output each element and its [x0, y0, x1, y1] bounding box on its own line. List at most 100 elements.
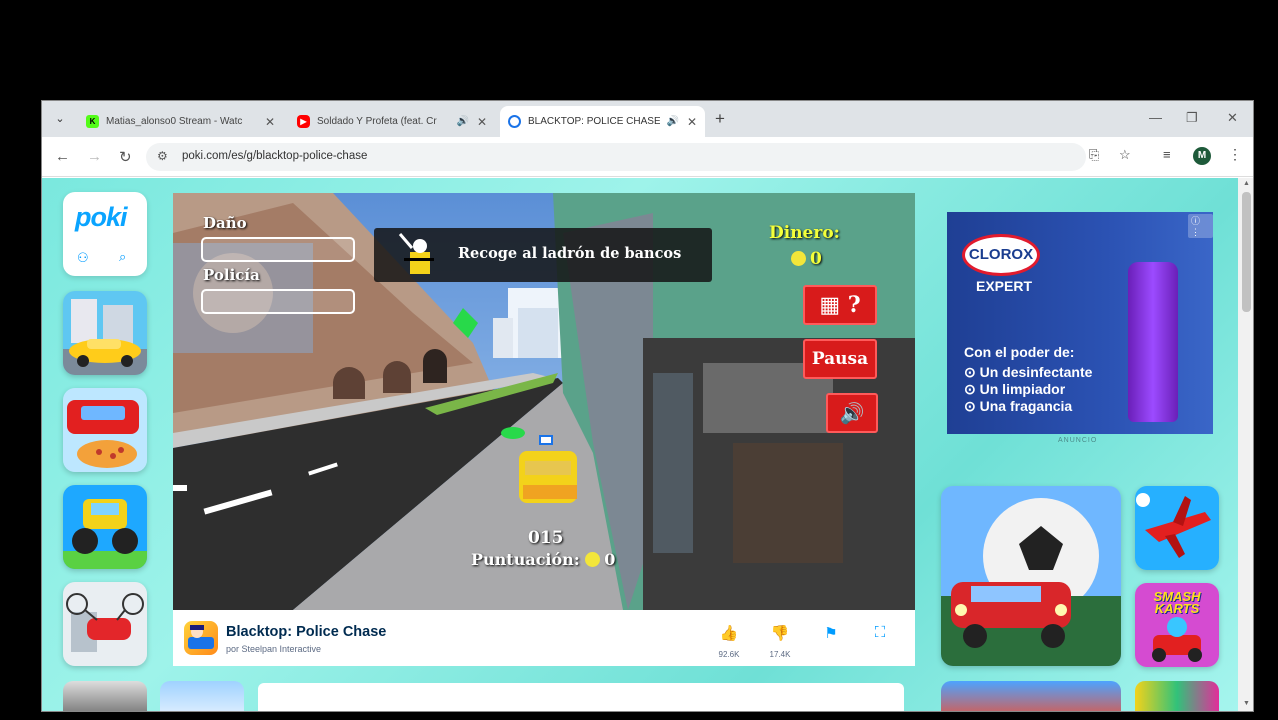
- ad-bullet-text: Un desinfectante: [979, 364, 1093, 380]
- user-icon[interactable]: ⚇: [77, 250, 89, 266]
- police-bar: [201, 289, 355, 314]
- tab-title: BLACKTOP: POLICE CHASE: [528, 116, 661, 127]
- game-canvas[interactable]: Daño Policía Recoge al ladrón de bancos …: [173, 193, 915, 610]
- site-info-icon[interactable]: ⚙: [157, 149, 168, 163]
- coin-icon: [791, 251, 806, 266]
- address-bar[interactable]: ⚙ poki.com/es/g/blacktop-police-chase: [146, 143, 1086, 171]
- tab-blacktop[interactable]: BLACKTOP: POLICE CHASE 🔊 ✕: [500, 106, 705, 137]
- poki-home-card[interactable]: poki ⚇ ⌕: [63, 192, 147, 276]
- like-icon[interactable]: 👍: [716, 624, 742, 642]
- advertisement[interactable]: CLOROX EXPERT Con el poder de: ⊙ Un desi…: [947, 212, 1213, 434]
- game-thumb-jet[interactable]: [1135, 486, 1219, 570]
- menu-kebab-icon[interactable]: ⋮: [1228, 146, 1242, 163]
- install-app-icon[interactable]: ⎘: [1089, 147, 1099, 163]
- back-icon[interactable]: ←: [55, 148, 70, 165]
- ad-brand-logo: CLOROX: [962, 234, 1040, 276]
- search-icon[interactable]: ⌕: [119, 249, 126, 265]
- tab-youtube[interactable]: ▶ Soldado Y Profeta (feat. Cr 🔊 ✕: [289, 106, 495, 137]
- game-thumb-partial[interactable]: [941, 681, 1121, 711]
- tab-search-chevron-icon[interactable]: ⌄: [50, 109, 70, 129]
- speaker-icon[interactable]: 🔊: [456, 116, 468, 127]
- bookmark-star-icon[interactable]: ☆: [1119, 147, 1131, 163]
- game-thumb-monster-truck[interactable]: [63, 485, 147, 569]
- money-amount: 0: [810, 249, 822, 269]
- speaker-icon: 🔊: [839, 401, 865, 425]
- poki-icon: [508, 115, 521, 128]
- game-icon-image: [188, 625, 214, 649]
- police-label: Policía: [203, 266, 260, 284]
- ad-bullet: ⊙ Un limpiador: [964, 381, 1066, 397]
- thumb-image: [63, 582, 147, 666]
- robber-icon: [398, 233, 434, 274]
- game-icon: [184, 621, 218, 655]
- game-thumb-partial[interactable]: [160, 681, 244, 711]
- game-thumb-partial[interactable]: [1135, 681, 1219, 711]
- forward-icon[interactable]: →: [87, 148, 102, 165]
- close-tab-icon[interactable]: ✕: [477, 115, 487, 129]
- game-thumb-taxi-city[interactable]: [63, 291, 147, 375]
- ad-bullet-text: Una fragancia: [979, 398, 1073, 414]
- mission-banner: Recoge al ladrón de bancos: [374, 228, 712, 282]
- close-tab-icon[interactable]: ✕: [687, 115, 697, 129]
- new-tab-button[interactable]: +: [715, 109, 725, 129]
- game-thumb-rocket-soccer[interactable]: [941, 486, 1121, 666]
- ad-sub: EXPERT: [976, 278, 1033, 294]
- poki-logo[interactable]: poki: [75, 202, 128, 233]
- dislike-icon[interactable]: 👎: [767, 624, 793, 642]
- coin-icon: [585, 552, 601, 567]
- game-thumb-drone-car[interactable]: [63, 582, 147, 666]
- likes-count: 92.6K: [718, 650, 740, 659]
- score-line: Puntuación: 0: [471, 550, 615, 569]
- damage-bar: [201, 237, 355, 262]
- tab-title: Matias_alonso0 Stream - Watc: [106, 116, 243, 127]
- controls-help-button[interactable]: ▦ ?: [803, 285, 877, 325]
- reload-icon[interactable]: ↻: [119, 148, 132, 166]
- page-scrollbar[interactable]: ▲ ▼: [1238, 178, 1253, 711]
- close-tab-icon[interactable]: ✕: [265, 115, 275, 129]
- fullscreen-icon[interactable]: ⛶: [867, 624, 893, 641]
- game-info-bar: Blacktop: Police Chase por Steelpan Inte…: [173, 610, 915, 666]
- kick-icon: K: [86, 115, 99, 128]
- tab-strip: ⌄ K Matias_alonso0 Stream - Watc ✕ ▶ Sol…: [42, 101, 1253, 137]
- scroll-thumb[interactable]: [1242, 192, 1251, 312]
- sound-toggle-button[interactable]: 🔊: [826, 393, 878, 433]
- url-text[interactable]: poki.com/es/g/blacktop-police-chase: [182, 150, 367, 162]
- thumb-image: [1135, 486, 1219, 570]
- ad-bullet: ⊙ Una fragancia: [964, 398, 1073, 414]
- game-title: Blacktop: Police Chase: [226, 624, 387, 640]
- content-panel: [258, 683, 904, 711]
- tab-kick[interactable]: K Matias_alonso0 Stream - Watc ✕: [78, 106, 283, 137]
- browser-toolbar: ← → ↻ ⚙ poki.com/es/g/blacktop-police-ch…: [42, 137, 1253, 177]
- minimize-icon[interactable]: —: [1149, 110, 1162, 125]
- smash-karts-title: SMASH KARTS: [1153, 589, 1201, 616]
- restore-icon[interactable]: ❐: [1186, 110, 1198, 126]
- damage-label: Daño: [203, 214, 247, 232]
- ad-headline: Con el poder de:: [964, 344, 1075, 360]
- youtube-icon: ▶: [297, 115, 310, 128]
- boxes-icon: ▦: [819, 292, 841, 318]
- money-value: 0: [791, 249, 822, 269]
- ad-label: ANUNCIO: [1058, 437, 1098, 444]
- ad-bullet: ⊙ Un desinfectante: [964, 364, 1093, 380]
- score-coins: 0: [604, 550, 616, 569]
- game-thumb-partial[interactable]: [63, 681, 147, 711]
- speaker-icon[interactable]: 🔊: [666, 116, 678, 127]
- close-window-icon[interactable]: ✕: [1227, 110, 1238, 126]
- report-flag-icon[interactable]: ⚑: [818, 624, 844, 642]
- scroll-down-icon[interactable]: ▼: [1243, 700, 1250, 707]
- profile-avatar[interactable]: M: [1193, 147, 1211, 165]
- thumb-image: [941, 486, 1121, 666]
- game-thumb-pizza-car[interactable]: [63, 388, 147, 472]
- game-thumb-smash-karts[interactable]: SMASH KARTS: [1135, 583, 1219, 667]
- poki-page: poki ⚇ ⌕ Daño Policía Recoge al ladrón d…: [42, 178, 1238, 711]
- ad-info-icon[interactable]: ⓘ ⋮: [1188, 214, 1213, 238]
- media-controls-icon[interactable]: ≡: [1163, 147, 1171, 162]
- thumb-image: [63, 388, 147, 472]
- browser-window: ⌄ K Matias_alonso0 Stream - Watc ✕ ▶ Sol…: [41, 100, 1254, 712]
- pause-button[interactable]: Pausa: [803, 339, 877, 379]
- thumb-image: [63, 485, 147, 569]
- game-developer[interactable]: por Steelpan Interactive: [226, 644, 321, 654]
- money-label: Dinero:: [769, 223, 840, 243]
- mission-text: Recoge al ladrón de bancos: [458, 245, 682, 262]
- scroll-up-icon[interactable]: ▲: [1243, 180, 1250, 187]
